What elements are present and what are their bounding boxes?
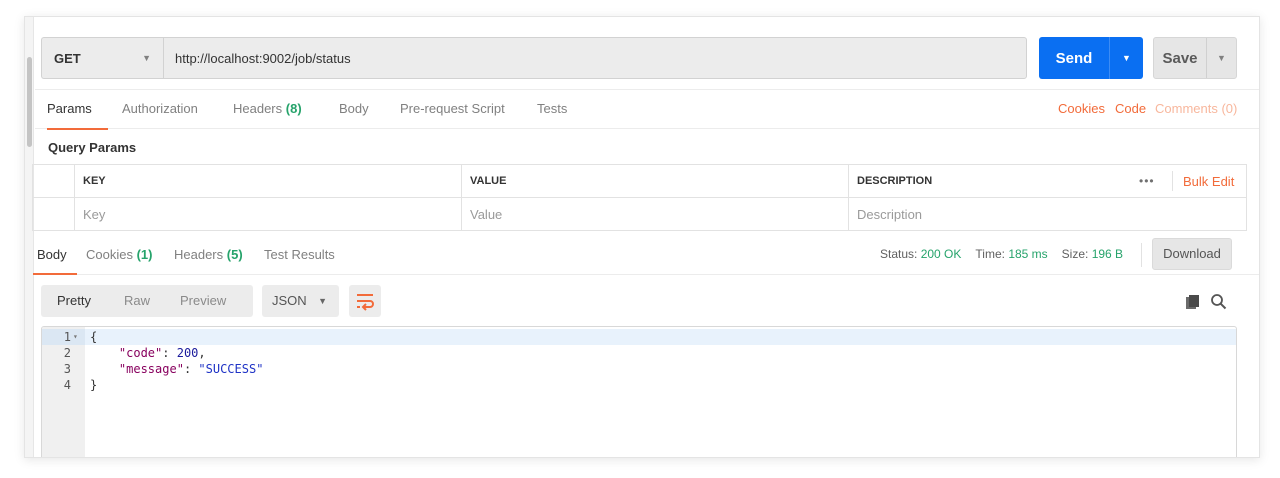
send-options-chevron-icon[interactable]: ▼ — [1110, 53, 1143, 63]
size-value: 196 B — [1091, 247, 1124, 261]
tab-label: Headers — [174, 247, 224, 262]
key-column-header: KEY — [74, 165, 461, 198]
url-value: http://localhost:9002/job/status — [175, 50, 351, 66]
tab-label: Cookies — [86, 247, 133, 262]
tab-pre-request-script[interactable]: Pre-request Script — [400, 90, 505, 130]
tab-label: Params — [47, 101, 92, 116]
language-select[interactable]: JSON ▼ — [262, 285, 339, 317]
tab-test-results[interactable]: Test Results — [264, 235, 335, 275]
preview-button[interactable]: Preview — [180, 285, 226, 317]
more-options-icon[interactable]: ••• — [1139, 165, 1155, 198]
request-panel: GET ▼ http://localhost:9002/job/status S… — [32, 17, 1259, 457]
tab-response-headers[interactable]: Headers (5) — [174, 235, 243, 275]
request-bar: GET ▼ http://localhost:9002/job/status S… — [41, 37, 1255, 79]
tab-body[interactable]: Body — [339, 90, 369, 130]
line-number: 3 — [63, 362, 71, 376]
chevron-down-icon: ▼ — [142, 53, 151, 63]
params-table: KEY VALUE DESCRIPTION ••• Bulk Edit Key … — [32, 164, 1247, 231]
wrap-lines-button[interactable] — [349, 285, 381, 317]
tab-label: Body — [339, 101, 369, 116]
request-tabs: Params Authorization Headers (8) Body Pr… — [35, 89, 1259, 130]
value-input[interactable]: Value — [461, 198, 848, 231]
tab-response-cookies[interactable]: Cookies (1) — [86, 235, 152, 275]
code-text: } — [90, 378, 98, 392]
size-label: Size: — [1061, 247, 1089, 261]
tab-tests[interactable]: Tests — [537, 90, 567, 130]
method-select[interactable]: GET ▼ — [41, 37, 163, 79]
line-number: 4 — [63, 378, 71, 392]
description-input[interactable]: Description — [848, 198, 1246, 231]
scrollbar-thumb[interactable] — [27, 57, 32, 147]
comments-link[interactable]: Comments (0) — [1155, 90, 1237, 130]
code-text: { — [90, 330, 98, 344]
format-mode-group: Pretty Raw Preview — [41, 285, 253, 317]
tab-response-body[interactable]: Body — [33, 235, 77, 275]
tab-count: (8) — [285, 101, 302, 116]
active-line-highlight — [42, 329, 1236, 345]
params-input-row: Key Value Description — [33, 198, 1246, 231]
tab-count: (1) — [136, 247, 153, 262]
fold-toggle-icon[interactable]: ▾ — [73, 329, 78, 345]
response-tabs: Body Cookies (1) Headers (5) Test Result… — [33, 235, 1259, 275]
tab-label: Test Results — [264, 247, 335, 262]
search-icon[interactable] — [1210, 293, 1227, 310]
line-number: 1 — [63, 330, 71, 344]
raw-button[interactable]: Raw — [124, 285, 150, 317]
params-header-row: KEY VALUE DESCRIPTION ••• Bulk Edit — [33, 165, 1246, 198]
chevron-down-icon: ▼ — [318, 296, 327, 306]
wrap-lines-icon — [357, 294, 374, 311]
response-status-bar: Status: 200 OK Time: 185 ms Size: 196 B — [880, 235, 1123, 275]
postman-window: GET ▼ http://localhost:9002/job/status S… — [24, 16, 1260, 458]
tab-label: Tests — [537, 101, 568, 116]
method-value: GET — [54, 50, 81, 66]
pretty-button[interactable]: Pretty — [57, 285, 91, 317]
bulk-edit-link[interactable]: Bulk Edit — [1172, 171, 1234, 191]
value-column-header: VALUE — [461, 165, 848, 198]
cookies-link[interactable]: Cookies — [1058, 90, 1105, 130]
download-button[interactable]: Download — [1152, 238, 1232, 270]
tab-headers[interactable]: Headers (8) — [233, 90, 302, 130]
description-column-header: DESCRIPTION — [848, 165, 1128, 198]
code-link[interactable]: Code — [1115, 90, 1146, 130]
tab-label: Pre-request Script — [400, 101, 505, 116]
save-options-chevron-icon[interactable]: ▼ — [1207, 53, 1236, 63]
copy-icon[interactable] — [1185, 294, 1201, 310]
time-label: Time: — [975, 247, 1005, 261]
url-input[interactable]: http://localhost:9002/job/status — [163, 37, 1027, 79]
query-params-title: Query Params — [48, 140, 137, 155]
tab-label: Body — [37, 247, 67, 262]
tab-count: (5) — [226, 247, 243, 262]
code-text: "code": 200, — [118, 346, 206, 360]
code-text: "message": "SUCCESS" — [118, 362, 264, 376]
tab-label: Authorization — [122, 101, 198, 116]
save-button[interactable]: Save ▼ — [1153, 37, 1237, 79]
status-divider — [1141, 243, 1142, 267]
response-editor[interactable]: 1 ▾ {2 "code": 200, 3 "message": "SUCCESS" 4… — [41, 326, 1237, 457]
tab-label: Headers — [233, 101, 283, 116]
language-value: JSON — [272, 293, 307, 308]
key-input[interactable]: Key — [74, 198, 461, 231]
tab-authorization[interactable]: Authorization — [122, 90, 198, 130]
send-label: Send — [1055, 49, 1093, 67]
time-value: 185 ms — [1008, 247, 1048, 261]
status-value: 200 OK — [920, 247, 962, 261]
line-number: 2 — [63, 346, 71, 360]
tab-params[interactable]: Params — [47, 90, 108, 130]
status-label: Status: — [880, 247, 918, 261]
save-label: Save — [1162, 49, 1198, 67]
send-button[interactable]: Send ▼ — [1039, 37, 1143, 79]
